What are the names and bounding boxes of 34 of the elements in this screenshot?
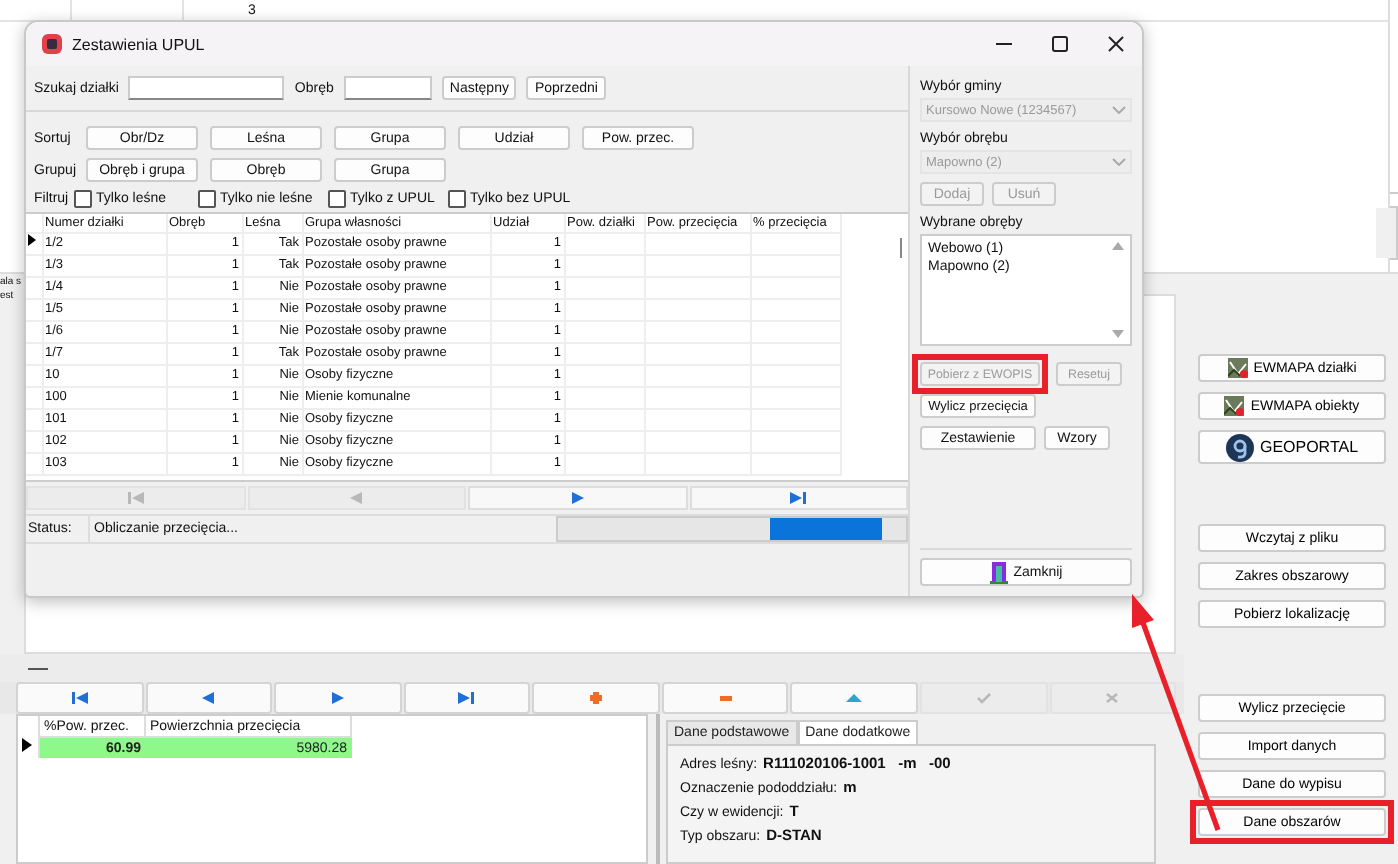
current-row-icon: [28, 234, 36, 246]
door-icon: [989, 561, 1008, 583]
row-indicator[interactable]: [26, 233, 42, 255]
map-icon: [1224, 396, 1245, 416]
navigator-button[interactable]: [532, 682, 660, 714]
side-button[interactable]: GEOPORTAL: [1198, 430, 1386, 464]
post-icon: [971, 690, 996, 706]
maximize-icon[interactable]: [1050, 34, 1070, 54]
app-icon: [42, 34, 62, 54]
scroll-down-icon[interactable]: [1112, 330, 1124, 338]
checkbox[interactable]: [74, 189, 92, 207]
scrollbar[interactable]: [1376, 208, 1396, 258]
checkbox[interactable]: [448, 189, 466, 207]
chevron-down-icon: [1112, 158, 1126, 166]
scroll-up-icon[interactable]: [1112, 242, 1124, 250]
chevron-down-icon: [1112, 106, 1126, 114]
globe-icon: [1225, 433, 1254, 461]
navigator-button[interactable]: [689, 486, 908, 510]
map-icon: [1227, 358, 1248, 378]
last-icon: [454, 690, 479, 706]
first-icon: [67, 690, 92, 706]
last-icon: [786, 490, 811, 506]
splitter-handle[interactable]: [28, 667, 48, 669]
window-title: Zestawienia UPUL: [72, 35, 205, 53]
navigator-button[interactable]: [16, 682, 144, 714]
first-icon: [123, 490, 148, 506]
scrollbar[interactable]: [900, 238, 902, 258]
close-icon[interactable]: [1106, 34, 1126, 54]
parcel-search-field[interactable]: [128, 76, 285, 100]
checkbox[interactable]: [328, 189, 346, 207]
edit-icon: [842, 690, 867, 706]
checkbox[interactable]: [198, 189, 216, 207]
navigator-button[interactable]: [403, 682, 531, 714]
area-field[interactable]: [343, 76, 432, 100]
